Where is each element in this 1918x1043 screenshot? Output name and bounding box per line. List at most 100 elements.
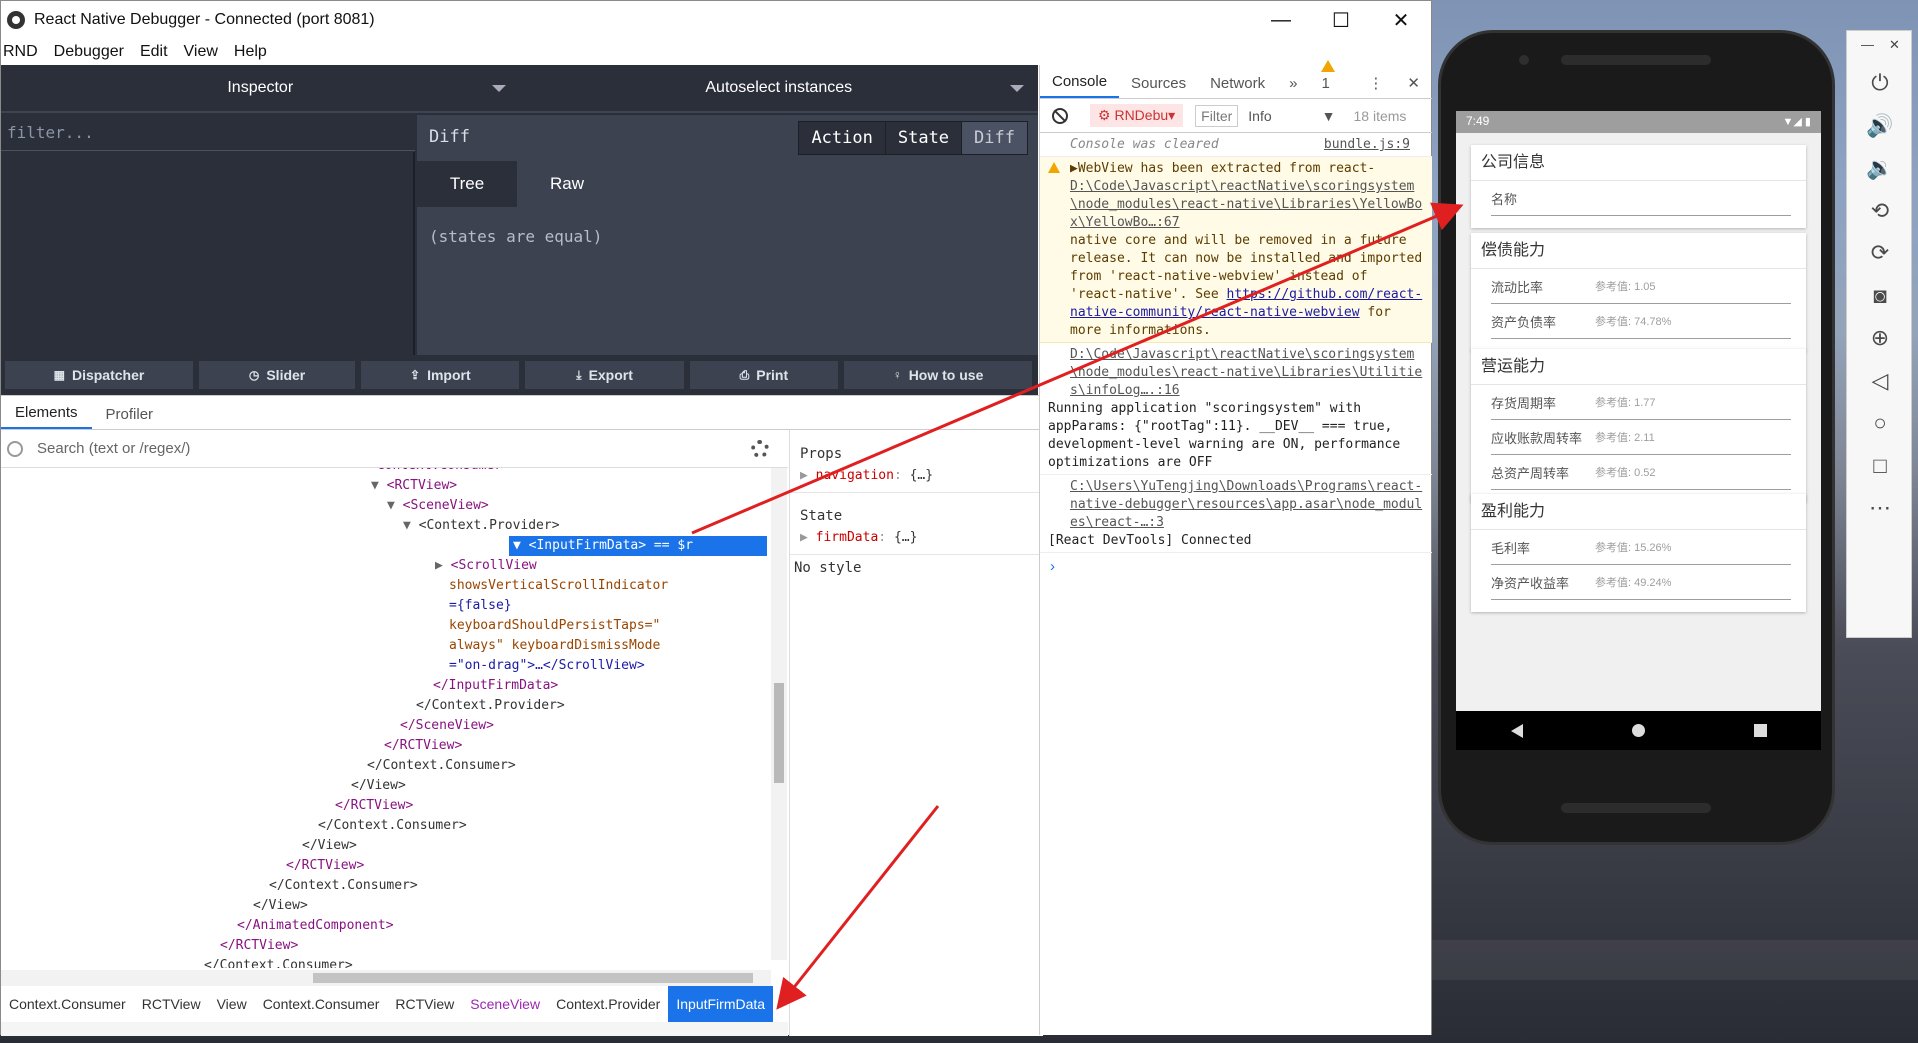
- how-to-use-button[interactable]: ♀ How to use: [844, 361, 1032, 389]
- overview-icon[interactable]: □: [1864, 450, 1896, 482]
- tab-raw[interactable]: Raw: [517, 161, 617, 207]
- form-field[interactable]: 资产负债率 参考值: 74.78%: [1491, 304, 1791, 339]
- breadcrumb-scrollbar[interactable]: [1, 1022, 788, 1036]
- collapse-arrow-icon[interactable]: ▼: [513, 538, 529, 553]
- menu-help[interactable]: Help: [234, 43, 267, 61]
- slider-button[interactable]: ◷ Slider: [198, 361, 356, 389]
- back-icon[interactable]: [1510, 723, 1523, 738]
- breadcrumb-item[interactable]: Context.Consumer: [255, 986, 388, 1022]
- field-placeholder[interactable]: 参考值: 1.77: [1595, 394, 1656, 410]
- tree-node[interactable]: </Context.Consumer>: [269, 876, 418, 896]
- tab-diff[interactable]: Diff: [961, 122, 1027, 154]
- console-filter-input[interactable]: Filter: [1195, 104, 1239, 127]
- camera-icon[interactable]: ◙: [1864, 280, 1896, 312]
- field-placeholder[interactable]: 参考值: 0.52: [1595, 464, 1656, 480]
- tab-action[interactable]: Action: [799, 122, 885, 154]
- form-field[interactable]: 流动比率 参考值: 1.05: [1491, 269, 1791, 304]
- minimize-button[interactable]: —: [1251, 1, 1311, 39]
- home-icon[interactable]: ○: [1864, 407, 1896, 439]
- tab-network[interactable]: Network: [1198, 75, 1277, 98]
- tree-node-selected[interactable]: ▼ <InputFirmData> == $r: [509, 536, 767, 556]
- home-icon[interactable]: [1631, 724, 1645, 737]
- breadcrumb-item[interactable]: View: [209, 986, 255, 1022]
- warning-counter[interactable]: 1: [1309, 58, 1356, 98]
- tree-node[interactable]: </RCTView>: [286, 856, 364, 876]
- tab-profiler[interactable]: Profiler: [92, 406, 168, 429]
- tree-node[interactable]: keyboardShouldPersistTaps=": [449, 616, 660, 636]
- tree-node[interactable]: </Context.Consumer>: [318, 816, 467, 836]
- tree-node[interactable]: </RCTView>: [384, 736, 462, 756]
- tree-node[interactable]: ▶ <ScrollView: [435, 556, 537, 576]
- collapse-arrow-icon[interactable]: ▼: [387, 498, 403, 513]
- tab-console[interactable]: Console: [1040, 73, 1120, 98]
- tree-node[interactable]: ▼ <SceneView>: [387, 496, 489, 516]
- menu-view[interactable]: View: [184, 43, 218, 61]
- rotate-right-icon[interactable]: ⟳: [1864, 237, 1896, 269]
- zoom-icon[interactable]: ⊕: [1864, 322, 1896, 354]
- collapse-arrow-icon[interactable]: ▼: [371, 478, 387, 493]
- print-button[interactable]: ⎙ Print: [689, 361, 839, 389]
- search-input[interactable]: Search (text or /regex/): [37, 440, 190, 457]
- breadcrumb-item[interactable]: Context.Consumer: [1, 986, 134, 1022]
- field-placeholder[interactable]: 参考值: 49.24%: [1595, 574, 1671, 590]
- tab-state[interactable]: State: [884, 122, 962, 154]
- tree-node[interactable]: </RCTView>: [335, 796, 413, 816]
- tab-sources[interactable]: Sources: [1119, 75, 1198, 98]
- menu-rnd[interactable]: RND: [3, 43, 38, 61]
- element-search[interactable]: Search (text or /regex/): [1, 430, 788, 468]
- form-field[interactable]: 净资产收益率 参考值: 49.24%: [1491, 565, 1791, 600]
- maximize-button[interactable]: ☐: [1311, 1, 1371, 39]
- power-icon[interactable]: ⏻: [1864, 67, 1896, 99]
- breadcrumb-item[interactable]: RCTView: [387, 986, 462, 1022]
- form-field[interactable]: 存货周期率 参考值: 1.77: [1491, 385, 1791, 420]
- kebab-menu-icon[interactable]: ⋮: [1356, 74, 1395, 98]
- gear-icon[interactable]: [751, 440, 769, 458]
- tree-node[interactable]: always" keyboardDismissMode: [449, 636, 660, 656]
- breadcrumb-item[interactable]: SceneView: [462, 986, 548, 1022]
- tree-horizontal-scrollbar[interactable]: [1, 970, 771, 986]
- field-placeholder[interactable]: 参考值: 2.11: [1595, 429, 1655, 445]
- instance-select[interactable]: Autoselect instances: [519, 65, 1038, 113]
- tab-tree[interactable]: Tree: [417, 161, 517, 207]
- field-placeholder[interactable]: 参考值: 15.26%: [1595, 539, 1671, 555]
- volume-up-icon[interactable]: 🔊: [1864, 110, 1896, 142]
- close-icon[interactable]: ✕: [1395, 74, 1432, 98]
- tree-node[interactable]: ="on-drag">…</ScrollView>: [449, 656, 645, 676]
- tree-node[interactable]: </RCTView>: [220, 936, 298, 956]
- export-button[interactable]: ⤓ Export: [525, 361, 684, 389]
- tree-node[interactable]: </Context.Provider>: [416, 696, 565, 716]
- tree-node[interactable]: </Context.Consumer>: [204, 956, 353, 968]
- back-icon[interactable]: ◁: [1864, 365, 1896, 397]
- tree-node[interactable]: ▼ <Context.Provider>: [403, 516, 560, 536]
- source-link[interactable]: D:\Code\Javascript\reactNative\scoringsy…: [1070, 346, 1424, 400]
- tree-node[interactable]: <Context.Consumer>: [369, 468, 510, 476]
- tree-node[interactable]: </View>: [302, 836, 357, 856]
- breadcrumb-item[interactable]: RCTView: [134, 986, 209, 1022]
- dispatcher-button[interactable]: ▦ Dispatcher: [5, 361, 193, 389]
- emulator-minimize[interactable]: —: [1861, 37, 1874, 52]
- breadcrumb-item[interactable]: InputFirmData: [668, 986, 774, 1022]
- menu-debugger[interactable]: Debugger: [54, 43, 124, 61]
- source-link[interactable]: C:\Users\YuTengjing\Downloads\Programs\r…: [1070, 478, 1424, 532]
- field-placeholder[interactable]: 参考值: 74.78%: [1595, 313, 1671, 329]
- tree-node[interactable]: ▼ <RCTView>: [371, 476, 457, 496]
- recents-icon[interactable]: [1753, 724, 1767, 737]
- more-tabs-button[interactable]: »: [1277, 75, 1309, 98]
- state-firmdata[interactable]: ▶ firmData: {…}: [800, 530, 917, 545]
- console-prompt[interactable]: ›: [1050, 558, 1055, 575]
- tab-elements[interactable]: Elements: [1, 404, 92, 429]
- action-filter-input[interactable]: filter...: [1, 115, 415, 151]
- more-icon[interactable]: ⋯: [1864, 492, 1896, 524]
- tree-node[interactable]: </AnimatedComponent>: [237, 916, 394, 936]
- import-button[interactable]: ⇪ Import: [361, 361, 520, 389]
- tree-node[interactable]: </View>: [253, 896, 308, 916]
- tree-node[interactable]: ={false}: [449, 596, 512, 616]
- form-field[interactable]: 名称: [1491, 181, 1791, 216]
- menu-edit[interactable]: Edit: [140, 43, 168, 61]
- tree-node[interactable]: </View>: [351, 776, 406, 796]
- emulator-close[interactable]: ✕: [1889, 37, 1900, 53]
- context-select[interactable]: ⚙ RNDebu▾: [1090, 104, 1184, 127]
- close-button[interactable]: ✕: [1371, 1, 1431, 39]
- scroll-thumb[interactable]: [313, 973, 753, 983]
- collapse-arrow-icon[interactable]: ▼: [403, 518, 419, 533]
